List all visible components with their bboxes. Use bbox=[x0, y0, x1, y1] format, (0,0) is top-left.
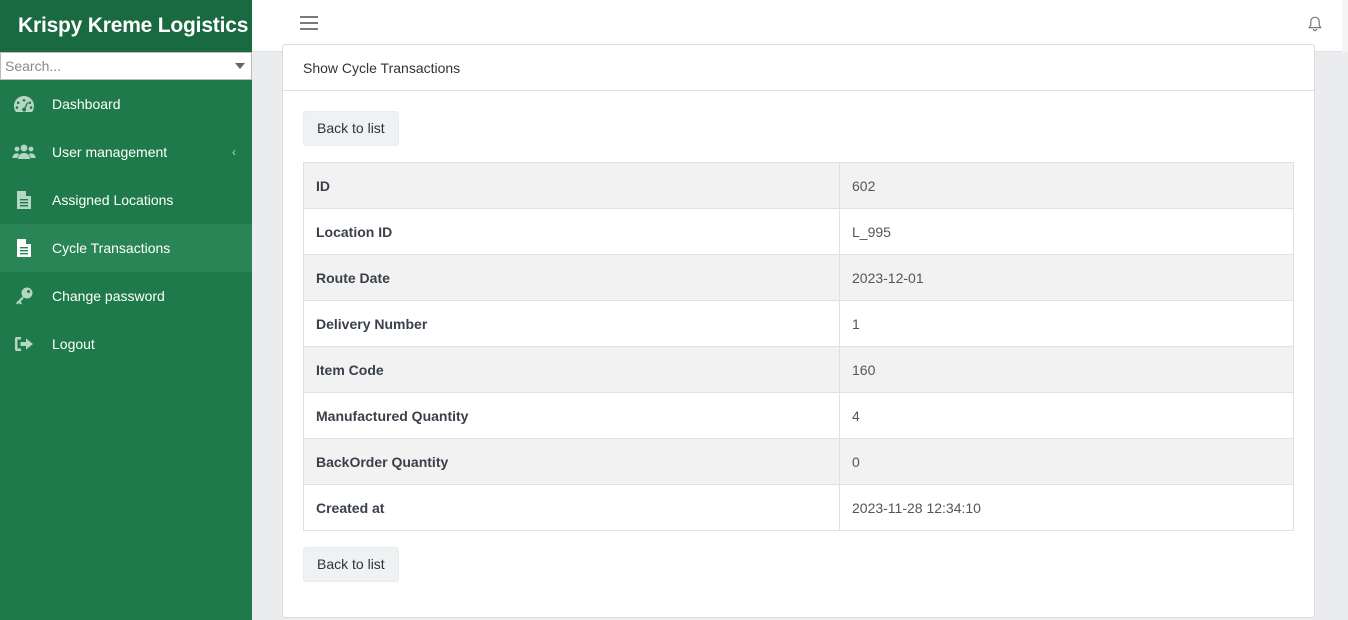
field-value: 602 bbox=[839, 162, 1294, 209]
field-label: Manufactured Quantity bbox=[303, 392, 840, 439]
field-label: Route Date bbox=[303, 254, 840, 301]
table-row: ID 602 bbox=[303, 162, 1294, 209]
chevron-left-icon[interactable]: ‹ bbox=[232, 145, 236, 159]
scrollbar[interactable] bbox=[1342, 0, 1348, 52]
sidebar-item-label: User management bbox=[52, 144, 168, 160]
key-icon bbox=[12, 286, 36, 306]
back-to-list-button[interactable]: Back to list bbox=[303, 111, 399, 146]
search-input[interactable] bbox=[1, 53, 251, 79]
field-value: L_995 bbox=[839, 208, 1294, 255]
sidebar-search bbox=[0, 52, 252, 80]
sidebar-item-user-management[interactable]: User management ‹ bbox=[0, 128, 252, 176]
users-icon bbox=[12, 142, 36, 162]
field-value: 2023-12-01 bbox=[839, 254, 1294, 301]
sidebar-item-label: Dashboard bbox=[52, 96, 121, 112]
table-row: Location ID L_995 bbox=[303, 208, 1294, 255]
table-row: Item Code 160 bbox=[303, 346, 1294, 393]
table-row: Route Date 2023-12-01 bbox=[303, 254, 1294, 301]
dropdown-caret-icon[interactable] bbox=[235, 63, 245, 69]
sidebar-item-label: Logout bbox=[52, 336, 95, 352]
field-value: 0 bbox=[839, 438, 1294, 485]
field-label: Item Code bbox=[303, 346, 840, 393]
card-title: Show Cycle Transactions bbox=[283, 45, 1314, 91]
table-row: Delivery Number 1 bbox=[303, 300, 1294, 347]
file-icon bbox=[12, 190, 36, 210]
field-value: 2023-11-28 12:34:10 bbox=[839, 484, 1294, 531]
file-icon bbox=[12, 238, 36, 258]
table-row: Manufactured Quantity 4 bbox=[303, 392, 1294, 439]
sidebar: Krispy Kreme Logistics Dashboard User ma… bbox=[0, 0, 252, 620]
field-value: 1 bbox=[839, 300, 1294, 347]
sidebar-item-cycle-transactions[interactable]: Cycle Transactions bbox=[0, 224, 252, 272]
field-label: BackOrder Quantity bbox=[303, 438, 840, 485]
sidebar-item-label: Change password bbox=[52, 288, 165, 304]
dashboard-icon bbox=[12, 94, 36, 114]
field-label: Created at bbox=[303, 484, 840, 531]
field-label: Location ID bbox=[303, 208, 840, 255]
table-row: BackOrder Quantity 0 bbox=[303, 438, 1294, 485]
brand-title[interactable]: Krispy Kreme Logistics bbox=[0, 0, 252, 52]
sidebar-item-label: Cycle Transactions bbox=[52, 240, 171, 256]
hamburger-icon[interactable] bbox=[300, 16, 318, 32]
sidebar-item-assigned-locations[interactable]: Assigned Locations bbox=[0, 176, 252, 224]
sidebar-item-logout[interactable]: Logout bbox=[0, 320, 252, 368]
sidebar-item-label: Assigned Locations bbox=[52, 192, 174, 208]
field-label: Delivery Number bbox=[303, 300, 840, 347]
field-label: ID bbox=[303, 162, 840, 209]
field-value: 160 bbox=[839, 346, 1294, 393]
back-to-list-button[interactable]: Back to list bbox=[303, 547, 399, 582]
detail-card: Show Cycle Transactions Back to list ID 6… bbox=[282, 44, 1315, 618]
table-row: Created at 2023-11-28 12:34:10 bbox=[303, 484, 1294, 531]
logout-icon bbox=[12, 334, 36, 354]
bell-icon[interactable] bbox=[1308, 16, 1322, 32]
sidebar-nav: Dashboard User management ‹ Assigned Loc… bbox=[0, 80, 252, 368]
detail-table: ID 602 Location ID L_995 Route Date 2023-12-0… bbox=[303, 162, 1294, 531]
field-value: 4 bbox=[839, 392, 1294, 439]
sidebar-item-change-password[interactable]: Change password bbox=[0, 272, 252, 320]
sidebar-item-dashboard[interactable]: Dashboard bbox=[0, 80, 252, 128]
